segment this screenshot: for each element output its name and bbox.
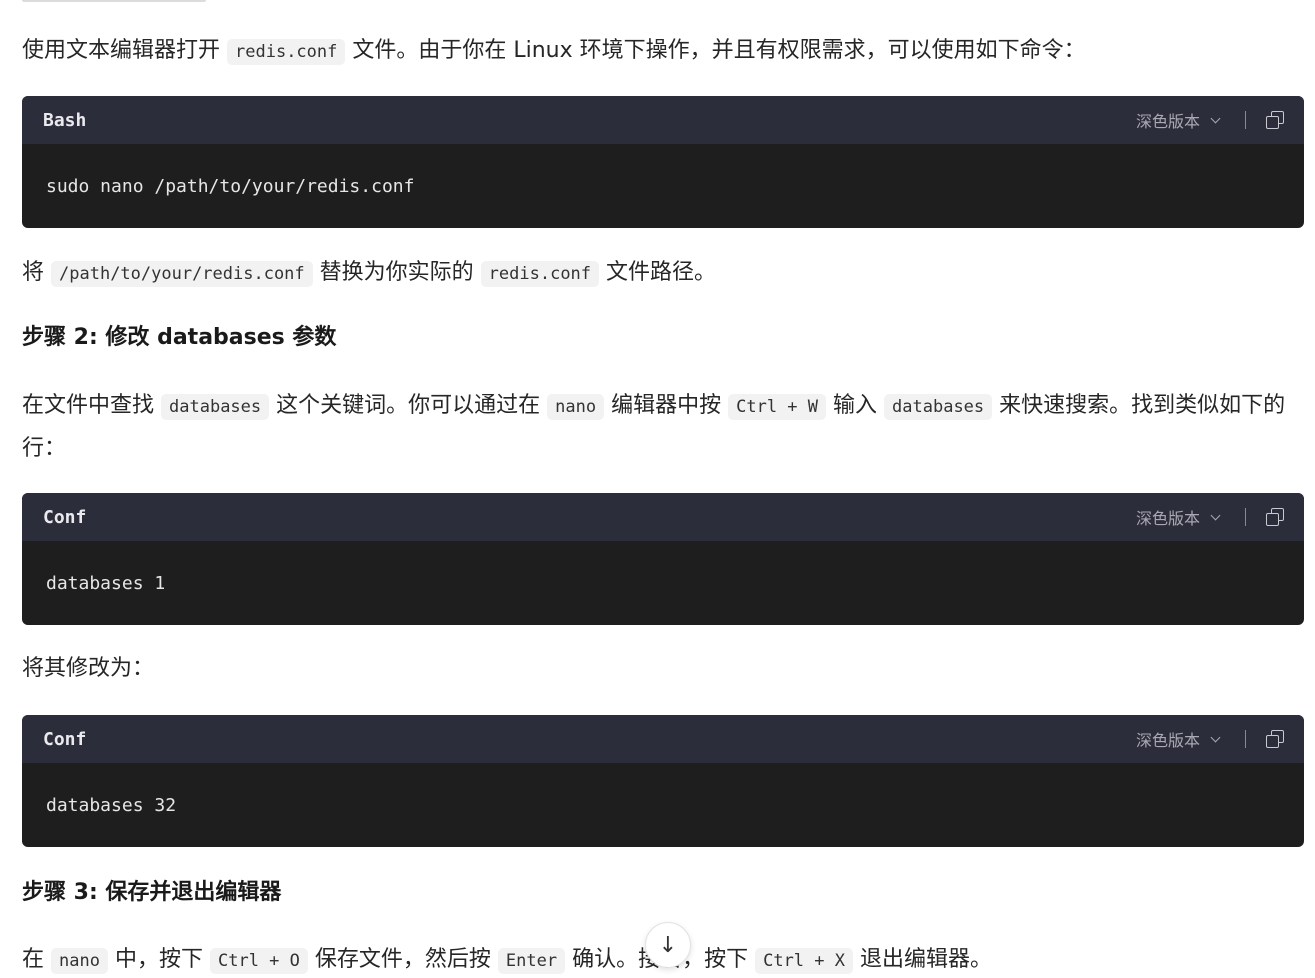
code-language-label: Conf [43,728,87,750]
text: 在 [22,947,45,972]
text: 编辑器中按 [611,393,722,418]
theme-label: 深色版本 [1135,731,1200,750]
paragraph-open-file: 使用文本编辑器打开 redis.conf 文件。由于你在 Linux 环境下操作… [22,30,1304,73]
text: 替换为你实际的 [319,260,474,285]
divider [1245,508,1246,526]
inline-code: redis.conf [480,261,600,287]
code-block-header: Bash 深色版本 [22,96,1304,144]
text: 文件路径。 [606,260,717,285]
text: 在文件中查找 [22,393,155,418]
inline-code: databases [161,394,270,420]
text: 中，按下 [114,947,203,972]
code-language-label: Bash [43,109,87,131]
previous-block-edge [22,0,206,2]
scroll-to-bottom-button[interactable]: ↓ [645,922,691,968]
inline-code: redis.conf [227,39,346,65]
code-block-header: Conf 深色版本 [22,715,1304,763]
text: 这个关键词。你可以通过在 [276,393,541,418]
code-block-conf-original: Conf 深色版本 databases 1 [22,493,1304,625]
chevron-down-icon [1210,510,1221,520]
text: 退出编辑器。 [859,947,992,972]
copy-icon[interactable] [1266,111,1284,129]
text: 将 [22,260,45,285]
code-block-conf-modified: Conf 深色版本 databases 32 [22,715,1304,847]
text: 输入 [833,393,878,418]
inline-code: nano [547,394,605,420]
code-language-label: Conf [43,506,87,528]
divider [1245,111,1246,129]
code-block-header: Conf 深色版本 [22,493,1304,541]
step-2-heading: 步骤 2: 修改 databases 参数 [22,325,337,350]
inline-code: databases [884,394,993,420]
theme-selector[interactable]: 深色版本 [1135,505,1221,529]
inline-code: /path/to/your/redis.conf [51,261,313,287]
copy-icon[interactable] [1266,508,1284,526]
code-block-actions: 深色版本 [1136,505,1284,529]
code-content[interactable]: sudo nano /path/to/your/redis.conf [22,144,1304,228]
text: 使用文本编辑器打开 [22,38,221,63]
text: 文件。由于你在 Linux 环境下操作，并且有权限需求，可以使用如下命令： [352,38,1086,63]
copy-icon[interactable] [1266,730,1284,748]
theme-label: 深色版本 [1135,509,1200,528]
inline-code: Ctrl + X [755,948,853,974]
code-content[interactable]: databases 1 [22,541,1304,625]
theme-selector[interactable]: 深色版本 [1135,727,1221,751]
step-3-heading: 步骤 3: 保存并退出编辑器 [22,880,282,905]
theme-label: 深色版本 [1135,112,1200,131]
chevron-down-icon [1210,732,1221,742]
theme-selector[interactable]: 深色版本 [1135,108,1221,132]
code-block-actions: 深色版本 [1136,727,1284,751]
divider [1245,730,1246,748]
inline-code: Ctrl + O [209,948,308,974]
code-block-bash: Bash 深色版本 sudo nano /path/to/your/redis.… [22,96,1304,228]
paragraph-replace-path: 将 /path/to/your/redis.conf 替换为你实际的 redis… [22,252,1304,295]
text: 保存文件，然后按 [314,947,491,972]
inline-code: Enter [497,948,566,974]
paragraph-modify-to: 将其修改为： [22,656,155,681]
inline-code: nano [51,948,108,974]
chevron-down-icon [1210,113,1221,123]
paragraph-find-databases: 在文件中查找 databases 这个关键词。你可以通过在 nano 编辑器中按… [22,385,1304,469]
arrow-down-icon: ↓ [658,932,678,958]
code-content[interactable]: databases 32 [22,763,1304,847]
inline-code: Ctrl + W [728,394,827,420]
code-block-actions: 深色版本 [1136,108,1284,132]
